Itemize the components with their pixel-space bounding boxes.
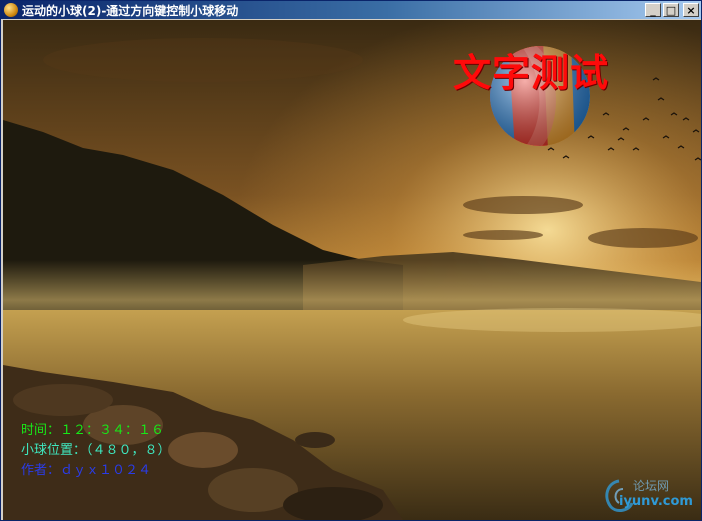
watermark-logo: 论坛网 iyunv.com bbox=[599, 475, 699, 517]
watermark-top-text: 论坛网 bbox=[633, 479, 670, 493]
maximize-button[interactable]: □ bbox=[663, 3, 679, 17]
minimize-button[interactable]: _ bbox=[645, 3, 661, 17]
overlay-title-text: 文字测试 bbox=[453, 50, 610, 95]
time-readout: 时间：１２：３４：１６ bbox=[21, 423, 165, 438]
window-title: 运动的小球(2)-通过方向键控制小球移动 bbox=[22, 3, 239, 18]
title-bar[interactable]: 运动的小球(2)-通过方向键控制小球移动 _ □ × bbox=[1, 1, 701, 19]
window-controls: _ □ × bbox=[645, 3, 699, 17]
app-window: 运动的小球(2)-通过方向键控制小球移动 _ □ × 文字测试 时间：１２：３４… bbox=[0, 0, 702, 521]
game-canvas[interactable]: 文字测试 时间：１２：３４：１６ 小球位置：（４８０，８） 作者：ｄｙｘ１０２４… bbox=[3, 20, 701, 520]
close-button[interactable]: × bbox=[683, 3, 699, 17]
watermark-bottom-text: iyunv.com bbox=[619, 494, 693, 509]
app-icon bbox=[4, 3, 18, 17]
ball-position-readout: 小球位置：（４８０，８） bbox=[21, 443, 171, 458]
author-readout: 作者：ｄｙｘ１０２４ bbox=[21, 463, 152, 478]
